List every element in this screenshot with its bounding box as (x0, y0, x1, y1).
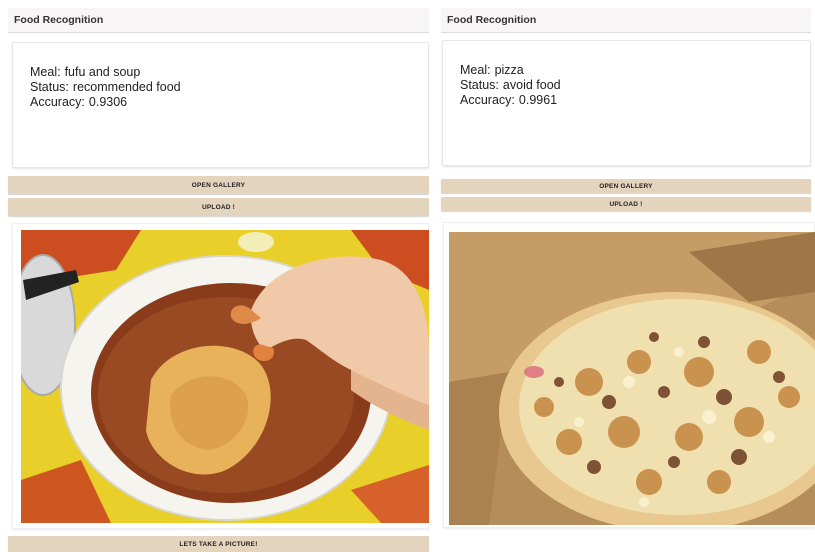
upload-button[interactable]: UPLOAD ! (8, 198, 429, 216)
app-title: Food Recognition (447, 14, 537, 26)
status-value: recommended food (72, 80, 181, 94)
result-card: Meal: pizza Status: avoid food Accuracy:… (442, 40, 811, 166)
meal-value: fufu and soup (64, 65, 141, 79)
accuracy-label: Accuracy: (30, 95, 85, 109)
fufu-soup-photo (21, 230, 429, 523)
right-screen: Food Recognition Meal: pizza Status: avo… (437, 0, 815, 552)
status-line: Status: avoid food (460, 78, 810, 93)
fufu-soup-illustration (21, 230, 429, 523)
accuracy-line: Accuracy: 0.9961 (460, 93, 810, 108)
accuracy-label: Accuracy: (460, 93, 515, 107)
status-label: Status: (30, 80, 69, 94)
left-screen: Food Recognition Meal: fufu and soup Sta… (0, 0, 433, 552)
take-picture-button[interactable]: LETS TAKE A PICTURE! (8, 536, 429, 552)
accuracy-value: 0.9306 (88, 95, 128, 109)
accuracy-value: 0.9961 (518, 93, 558, 107)
photo-frame (12, 223, 429, 529)
meal-value: pizza (494, 63, 524, 77)
status-label: Status: (460, 78, 499, 92)
accuracy-line: Accuracy: 0.9306 (30, 95, 428, 110)
pizza-illustration (449, 232, 815, 525)
app-bar: Food Recognition (8, 8, 429, 33)
open-gallery-button[interactable]: OPEN GALLERY (8, 176, 429, 194)
open-gallery-button[interactable]: OPEN GALLERY (441, 179, 811, 193)
app-title: Food Recognition (14, 14, 104, 26)
status-line: Status: recommended food (30, 80, 428, 95)
meal-label: Meal: (30, 65, 61, 79)
status-value: avoid food (502, 78, 561, 92)
meal-line: Meal: fufu and soup (30, 65, 428, 80)
meal-line: Meal: pizza (460, 63, 810, 78)
pizza-photo (449, 232, 815, 525)
result-card: Meal: fufu and soup Status: recommended … (12, 42, 429, 168)
meal-label: Meal: (460, 63, 491, 77)
app-bar: Food Recognition (441, 8, 811, 33)
upload-button[interactable]: UPLOAD ! (441, 197, 811, 211)
photo-frame (443, 222, 815, 528)
